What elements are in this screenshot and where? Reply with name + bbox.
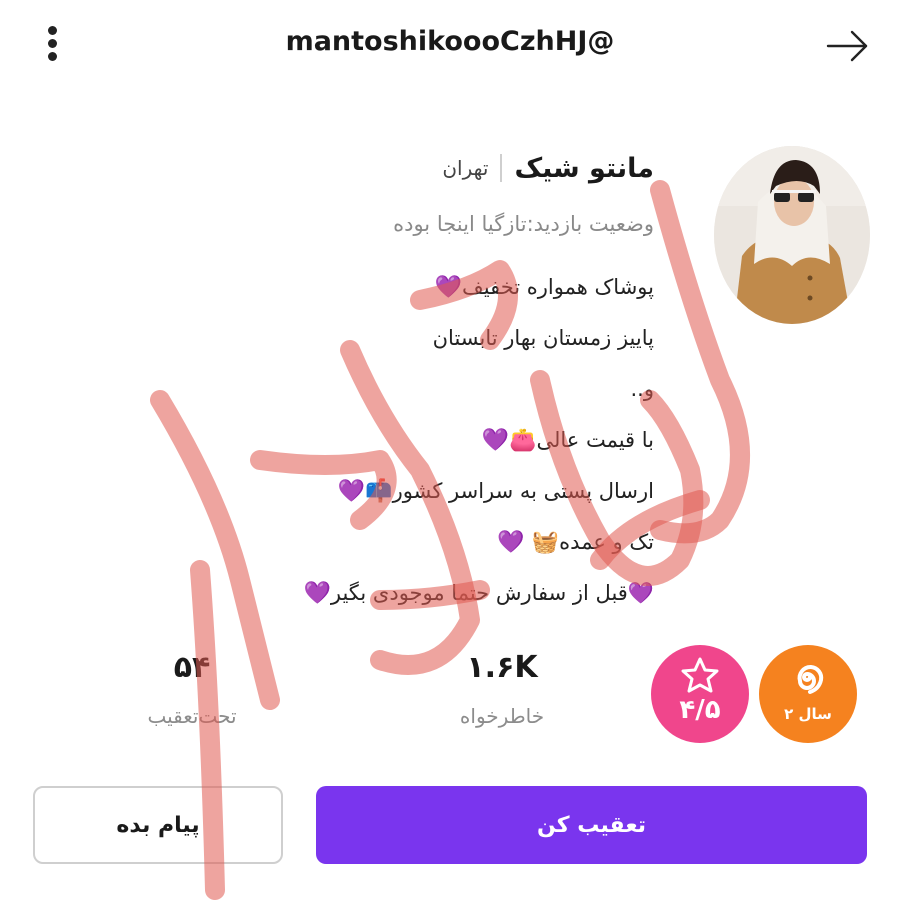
shop-city: تهران — [442, 156, 489, 180]
username-title: mantoshikoooCzhHJ@ — [285, 26, 615, 57]
message-button[interactable]: پیام بده — [33, 786, 283, 864]
avatar-photo — [714, 146, 870, 324]
rating-badge[interactable]: ۴/۵ — [651, 645, 749, 743]
bio-line: و.. — [630, 377, 655, 401]
account-age-badge[interactable]: ۲ سال — [759, 645, 857, 743]
bio: پوشاک همواره تخفیف💜 پاییز زمستان بهار تا… — [94, 262, 654, 619]
basket-heart-icon: 🧺 💜 — [497, 530, 560, 555]
purse-heart-icon: 👛💜 — [481, 428, 537, 453]
followers-count: ۱.۶K — [466, 650, 538, 685]
profile-info: مانتو شیک تهران وضعیت بازدید:تازگیا اینج… — [94, 148, 654, 619]
bio-line: ارسال پستی به سراسر کشور📫💜 — [337, 479, 654, 504]
profile-avatar[interactable] — [714, 146, 870, 324]
bio-line: با قیمت عالی👛💜 — [481, 428, 654, 453]
follow-button[interactable]: تعقیب کن — [316, 786, 867, 864]
back-button[interactable] — [826, 28, 870, 64]
following-stat[interactable]: ۵۴ تحت‌تعقیب — [92, 646, 292, 728]
mailbox-heart-icon: 📫💜 — [337, 479, 393, 504]
bio-line: پوشاک همواره تخفیف💜 — [434, 275, 654, 300]
following-label: تحت‌تعقیب — [147, 704, 237, 728]
purple-heart-icon: 💜 — [303, 581, 331, 606]
kebab-menu-icon — [47, 26, 57, 35]
account-age-label: ۲ سال — [784, 705, 832, 723]
bio-line: تک و عمده🧺 💜 — [497, 530, 654, 555]
bio-line: پاییز زمستان بهار تابستان — [432, 326, 654, 350]
shop-name: مانتو شیک — [514, 152, 654, 184]
name-divider — [500, 154, 503, 182]
followers-stat[interactable]: ۱.۶K خاطرخواه — [402, 646, 602, 728]
top-bar: mantoshikoooCzhHJ@ — [0, 0, 900, 92]
followers-label: خاطرخواه — [459, 704, 545, 728]
rating-value: ۴/۵ — [679, 695, 721, 725]
purple-heart-icon: 💜 — [434, 275, 463, 300]
more-options-button[interactable] — [36, 26, 68, 70]
spiral-icon — [797, 665, 824, 694]
star-icon — [681, 657, 719, 693]
arrow-right-icon — [826, 30, 868, 62]
name-row: مانتو شیک تهران — [94, 148, 654, 188]
bio-line: 💜قبل از سفارش حتما موجودی بگیر💜 — [303, 581, 654, 606]
visit-status: وضعیت بازدید:تازگیا اینجا بوده — [393, 212, 654, 236]
following-count: ۵۴ — [173, 650, 211, 685]
